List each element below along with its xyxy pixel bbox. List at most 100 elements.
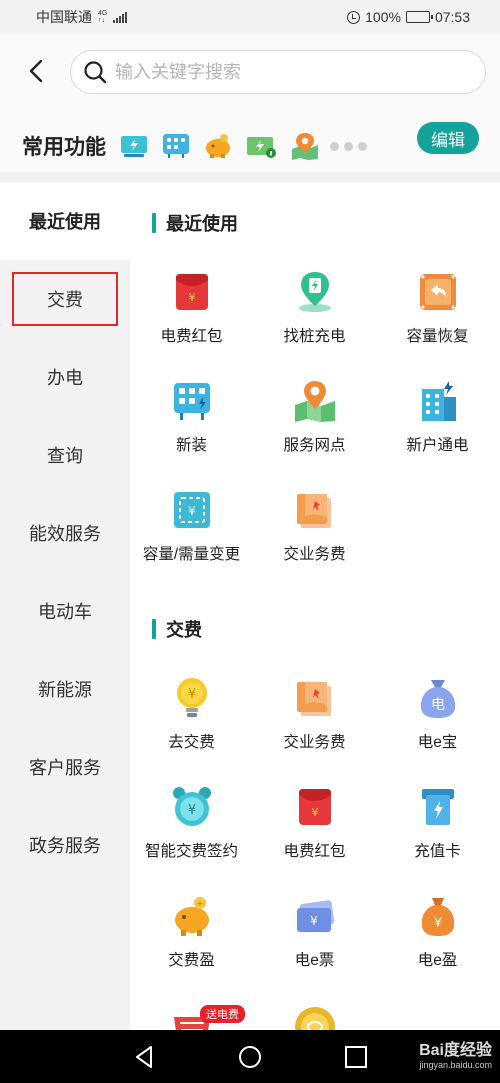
tile-bill-gift-basket[interactable]: 送电费 [130,997,253,1030]
signal-icon [113,11,128,23]
tile-dian-e-piao[interactable]: ¥ 电e票 [253,888,376,988]
sidebar-item-energy-service[interactable]: 能效服务 [0,494,130,572]
svg-text:¥: ¥ [187,803,195,818]
sidebar-item-label: 政务服务 [29,836,101,856]
sidebar-item-label: 电动车 [38,602,92,622]
red-envelope-icon: ¥ [175,274,208,310]
piggy-bank-icon: + [174,897,209,936]
nav-home-icon[interactable] [236,1043,264,1071]
divider-band [0,172,500,182]
carrier-name: 中国联通 [36,9,92,25]
tile-label: 交费盈 [168,952,215,969]
status-right: 100% 07:53 [347,9,470,25]
tile-service-outlets[interactable]: 服务网点 [253,373,376,473]
sidebar-item-apply-power[interactable]: 办电 [0,338,130,416]
service-map-icon [294,381,335,422]
money-bag-icon: 电 [420,680,455,718]
tile-label: 电费红包 [160,328,223,345]
tile-label: 电费红包 [283,843,346,860]
grid-charge-icon[interactable] [162,133,190,159]
tile-label: 电e票 [294,952,335,969]
tile-label: 交业务费 [283,546,346,563]
svg-text:¥: ¥ [311,806,318,819]
sidebar-item-payment[interactable]: 交费 [0,260,130,338]
battery-icon [405,11,433,23]
more-dots-icon[interactable] [330,141,367,151]
search-header [0,34,500,110]
tile-recharge-card[interactable]: 充值卡 [376,779,499,879]
card-charge-icon[interactable] [246,134,276,158]
charger-location-icon [298,272,331,312]
sidebar-item-label: 交费 [12,272,118,326]
watermark: Bai度经验 jingyan.baidu.com [419,1036,492,1070]
network-label: 4G [98,10,108,17]
tile-dian-e-bao[interactable]: 电 电e宝 [376,670,499,770]
tile-new-household-power[interactable]: 新户通电 [376,373,499,473]
watermark-brand: Bai度经验 [419,1042,492,1059]
function-content: 最近使用 ¥ 电费红包 找桩充电 容量恢复 新装 服务网点 新户通电 ¥ 容量/… [130,182,500,1030]
red-envelope-icon: ¥ [298,789,331,825]
tile-label: 电e宝 [417,734,458,751]
tile-gold-coin[interactable] [253,997,376,1030]
section-title-text: 最近使用 [166,214,238,234]
recharge-card-icon [421,789,454,825]
tile-label: 服务网点 [283,437,346,454]
status-left: 中国联通 4G ↑↓ [36,7,128,27]
tile-label: 容量恢复 [406,328,469,345]
sidebar-item-ev[interactable]: 电动车 [0,572,130,650]
tile-capacity-restore[interactable]: 容量恢复 [376,264,499,364]
search-icon [84,61,107,84]
status-bar: 中国联通 4G ↑↓ 100% 07:53 [0,0,500,34]
tile-find-charger[interactable]: 找桩充电 [253,264,376,364]
sidebar-item-query[interactable]: 查询 [0,416,130,494]
tile-label: 去交费 [168,734,215,751]
tile-go-pay[interactable]: ¥ 去交费 [130,670,253,770]
tile-capacity-change[interactable]: ¥ 容量/需量变更 [130,482,253,582]
tile-new-install[interactable]: 新装 [130,373,253,473]
tile-bill-red-packet-pay[interactable]: ¥ 电费红包 [253,779,376,879]
section-title-text: 交费 [166,620,202,640]
alarm-clock-icon: ¥ [172,787,211,826]
tile-label: 交业务费 [283,734,346,751]
nav-recents-icon[interactable] [342,1043,370,1071]
common-functions-title: 常用功能 [22,136,106,159]
screen-charge-icon[interactable] [120,134,148,158]
watermark-url: jingyan.baidu.com [419,1060,492,1070]
network-type: 4G ↑↓ [98,10,108,24]
business-fee-icon [296,682,331,716]
search-box[interactable] [70,50,486,94]
svg-text:电: 电 [431,697,445,713]
building-power-icon [421,381,456,421]
sidebar-item-label: 能效服务 [29,524,101,544]
sidebar-item-new-energy[interactable]: 新能源 [0,650,130,728]
alarm-icon [347,10,361,24]
gold-coin-icon [294,1007,335,1030]
edit-button[interactable]: 编辑 [417,122,479,154]
battery-percent: 100% [365,9,401,25]
svg-text:+: + [196,899,203,908]
search-input[interactable] [115,61,435,83]
tile-business-fee[interactable]: 交业务费 [253,482,376,582]
sidebar-item-gov-service[interactable]: 政务服务 [0,806,130,884]
sidebar-item-customer-service[interactable]: 客户服务 [0,728,130,806]
sidebar-item-label: 最近使用 [29,212,101,232]
tile-label: 新户通电 [406,437,469,454]
tile-dian-e-ying[interactable]: ¥ 电e盈 [376,888,499,988]
back-button[interactable] [26,58,48,84]
tile-business-fee-pay[interactable]: 交业务费 [253,670,376,770]
tile-label: 智能交费签约 [144,843,238,860]
sidebar-item-recent[interactable]: 最近使用 [0,182,130,260]
new-install-icon [173,383,210,420]
sidebar-item-label: 办电 [47,368,83,388]
svg-text:¥: ¥ [187,687,195,702]
nav-back-icon[interactable] [131,1043,159,1071]
tile-bill-red-packet[interactable]: ¥ 电费红包 [130,264,253,364]
tile-smart-pay-contract[interactable]: ¥ 智能交费签约 [130,779,253,879]
category-sidebar: 最近使用 交费 办电 查询 能效服务 电动车 新能源 客户服务 政务服务 [0,182,130,1030]
map-pin-icon[interactable] [290,131,320,161]
clock: 07:53 [434,9,470,25]
capacity-change-icon: ¥ [173,492,210,528]
bulb-coin-icon: ¥ [176,678,207,717]
tile-pay-ying[interactable]: + 交费盈 [130,888,253,988]
piggy-bank-icon[interactable] [204,133,232,159]
